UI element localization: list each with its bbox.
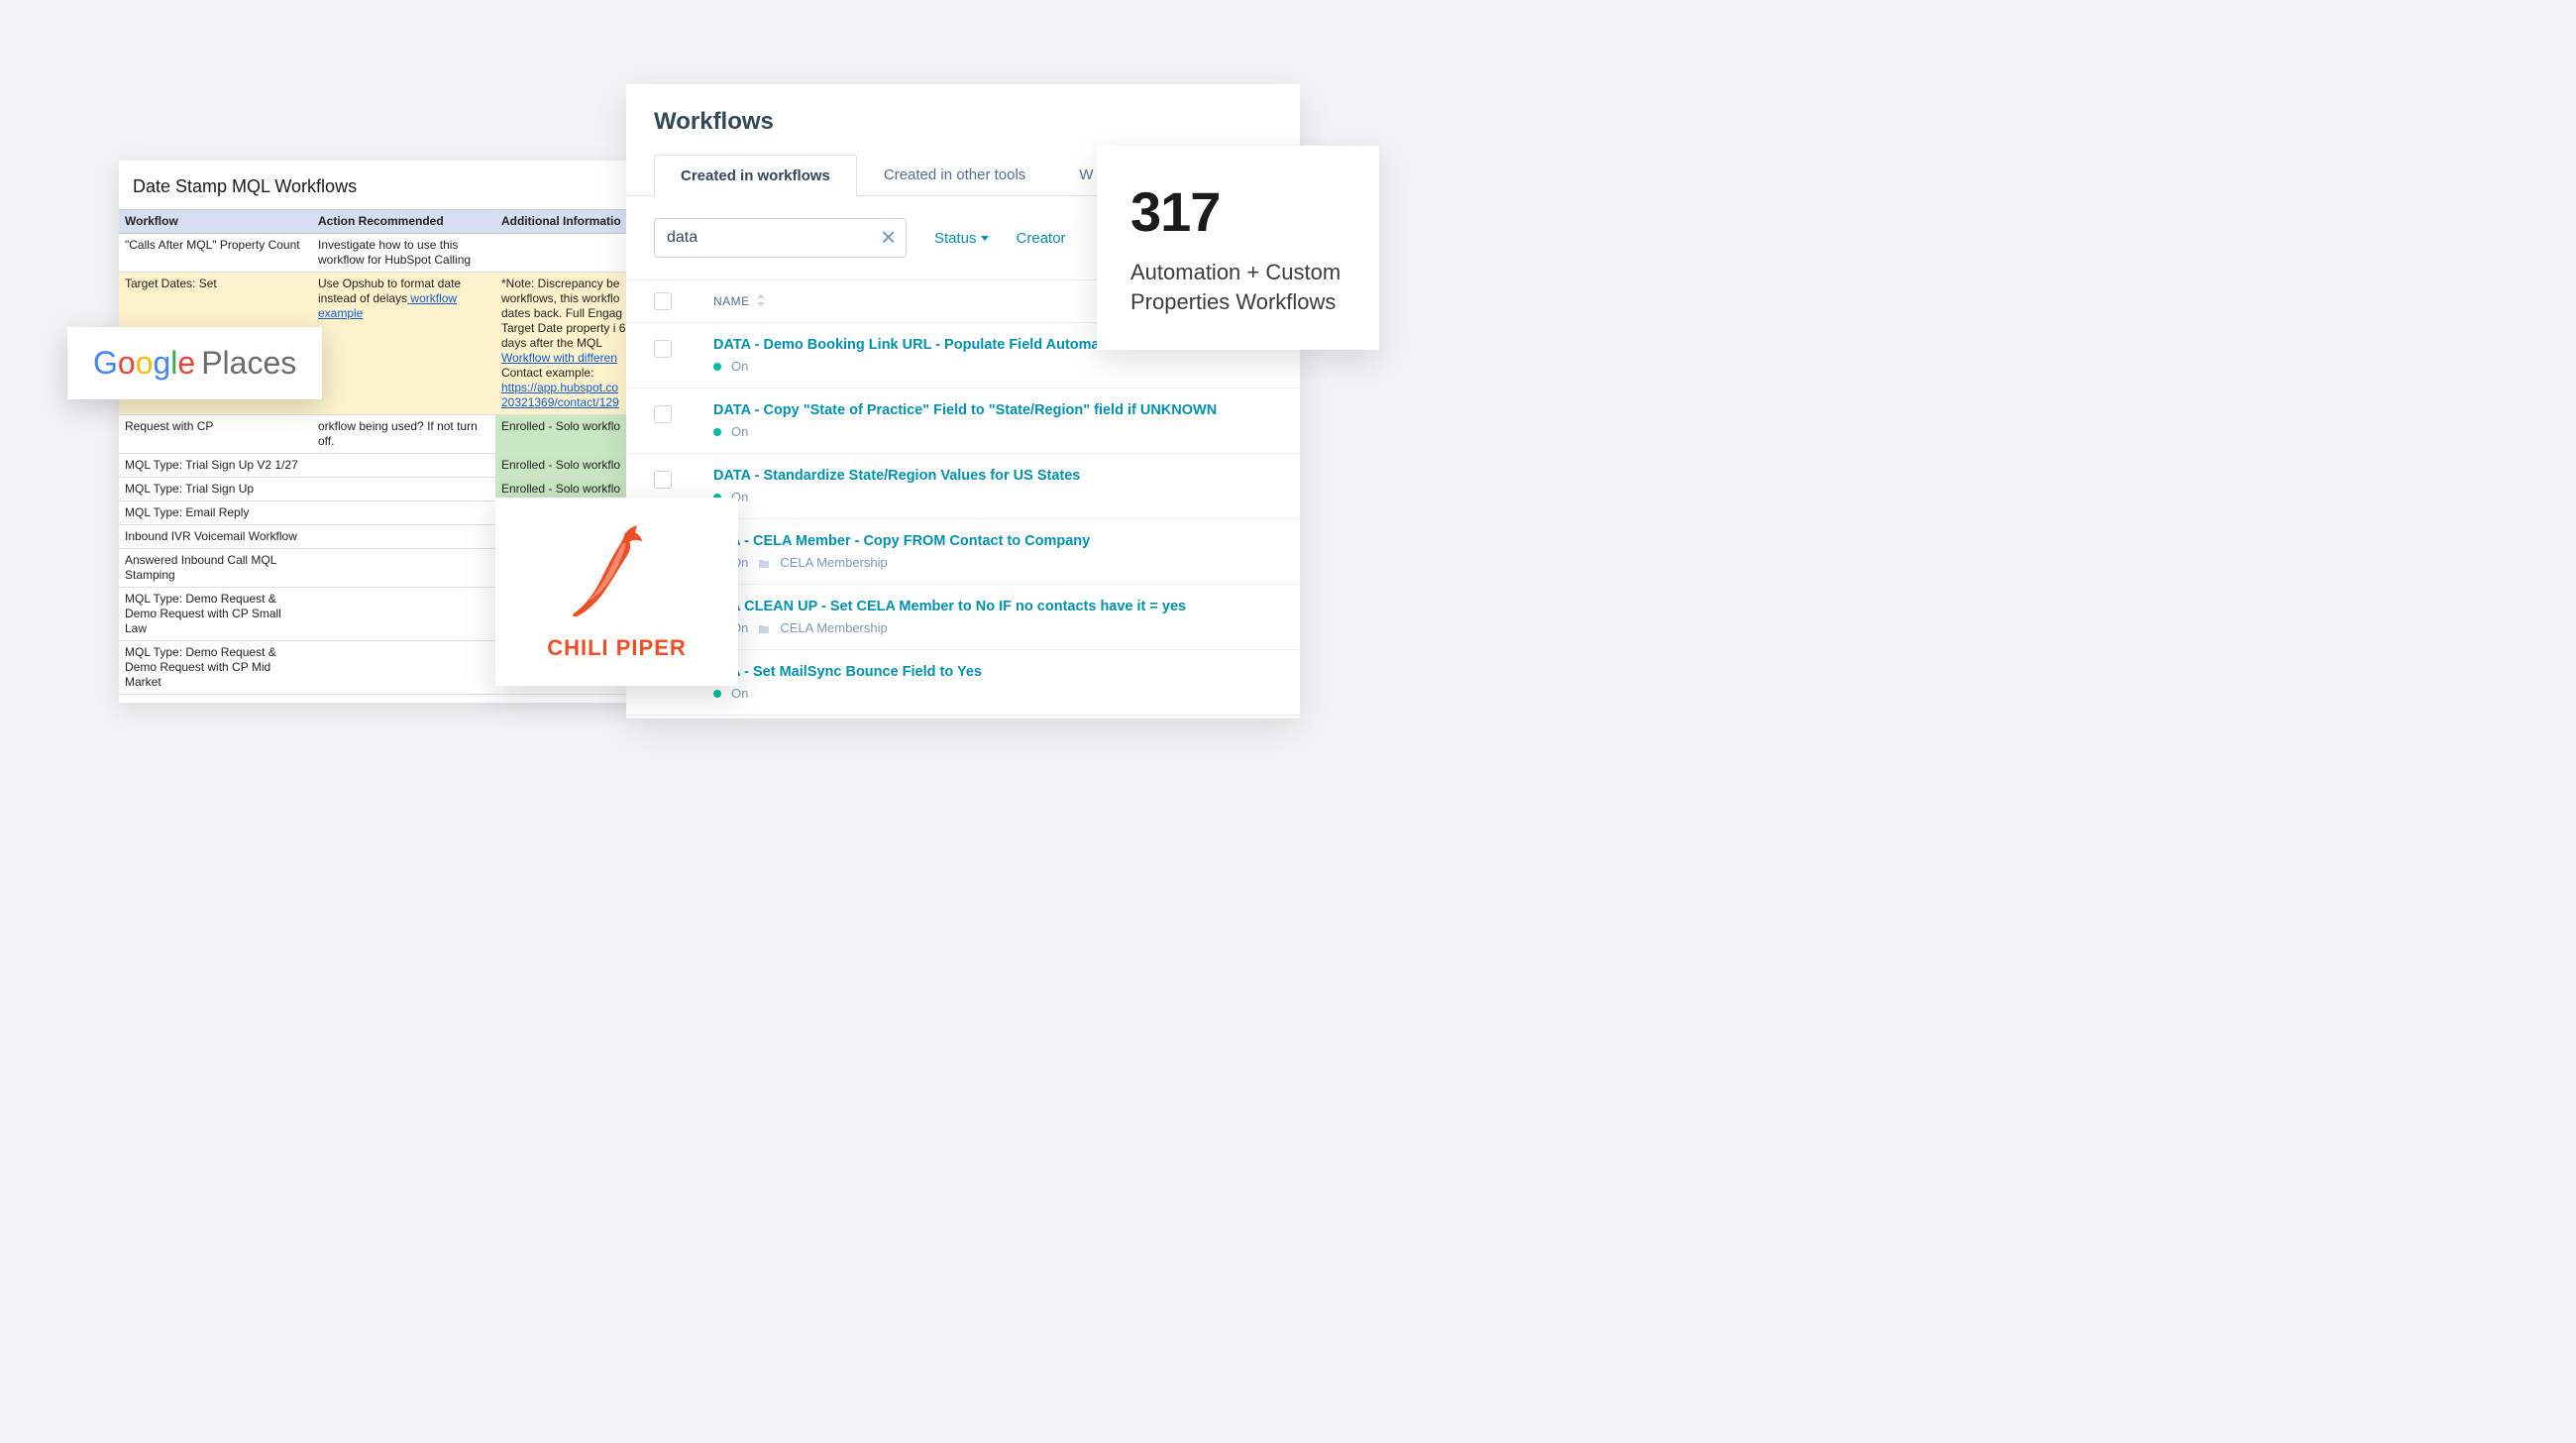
cell-action	[312, 641, 495, 694]
chili-piper-label: CHILI PIPER	[547, 635, 687, 661]
status-dot-icon	[713, 428, 721, 436]
name-header-label: NAME	[713, 294, 750, 308]
stat-card: 317 Automation + Custom Properties Workf…	[1097, 146, 1379, 350]
status-label: On	[731, 686, 748, 701]
workflow-title-link[interactable]: DATA - Demo Booking Link URL - Populate …	[713, 337, 1100, 353]
table-row[interactable]: Request with CPorkflow being used? If no…	[119, 415, 634, 454]
cell-workflow: MQL Type: Demo Request & Demo Request wi…	[119, 588, 312, 640]
workflow-title-link[interactable]: ATA - CELA Member - Copy FROM Contact to…	[713, 533, 1090, 549]
spreadsheet-title: Date Stamp MQL Workflows	[119, 176, 634, 209]
cell-action	[312, 501, 495, 524]
row-content: DATA - Copy "State of Practice" Field to…	[713, 402, 1217, 439]
cell-action	[312, 549, 495, 587]
chevron-down-icon	[981, 236, 989, 241]
cell-additional: *Note: Discrepancy be workflows, this wo…	[495, 273, 634, 414]
cell-action: Use Opshub to format date instead of del…	[312, 273, 495, 414]
col-header-action: Action Recommended	[312, 210, 495, 233]
link[interactable]: https://app.hubspot.co 20321369/contact/…	[501, 381, 628, 410]
cell-workflow: MQL Type: Email Reply	[119, 501, 312, 524]
cell-workflow: Inbound IVR Voicemail Workflow	[119, 525, 312, 548]
cell-action: Investigate how to use this workflow for…	[312, 234, 495, 272]
row-meta: OnCELA Membership	[713, 555, 1090, 570]
row-checkbox[interactable]	[654, 471, 672, 489]
google-letter: g	[153, 345, 170, 382]
creator-filter-label: Creator	[1017, 230, 1066, 247]
status-label: On	[731, 424, 748, 439]
status-dot-icon	[713, 690, 721, 698]
spreadsheet-header-row: Workflow Action Recommended Additional I…	[119, 209, 634, 234]
clear-search-icon[interactable]: ✕	[880, 226, 897, 251]
row-content: ATA CLEAN UP - Set CELA Member to No IF …	[713, 599, 1186, 635]
link[interactable]: Workflow with differen	[501, 351, 628, 366]
workflow-row[interactable]: DATA SYNC - Plan Interval, Plan Type, Re…	[626, 716, 1300, 719]
google-places-badge: G o o g l e Places	[67, 327, 322, 399]
google-places-text: Places	[201, 345, 296, 382]
google-letter: e	[177, 345, 195, 382]
google-letter: o	[118, 345, 136, 382]
stat-label: Automation + Custom Properties Workflows	[1130, 258, 1345, 316]
google-letter: o	[136, 345, 154, 382]
folder-icon	[758, 555, 770, 570]
folder-label[interactable]: CELA Membership	[780, 620, 887, 635]
status-label: On	[731, 359, 748, 374]
status-filter-label: Status	[934, 230, 977, 247]
creator-filter[interactable]: Creator	[1017, 230, 1066, 247]
row-meta: OnCELA Membership	[713, 620, 1186, 635]
row-content: DATA - Demo Booking Link URL - Populate …	[713, 337, 1100, 374]
cell-action	[312, 454, 495, 477]
row-meta: On	[713, 686, 982, 701]
cell-additional: Enrolled - Solo workflo	[495, 454, 634, 477]
cell-action	[312, 588, 495, 640]
folder-label[interactable]: CELA Membership	[780, 555, 887, 570]
cell-workflow: Answered Inbound Call MQL Stamping	[119, 549, 312, 587]
workflow-title-link[interactable]: ATA CLEAN UP - Set CELA Member to No IF …	[713, 599, 1186, 614]
workflow-row[interactable]: DATA - Copy "State of Practice" Field to…	[626, 388, 1300, 454]
workflow-title-link[interactable]: DATA - Standardize State/Region Values f…	[713, 468, 1080, 484]
search-input[interactable]	[654, 218, 907, 258]
link[interactable]: workflow example	[318, 291, 457, 320]
cell-workflow: "Calls After MQL" Property Count	[119, 234, 312, 272]
row-meta: On	[713, 490, 1080, 504]
tab-created-in-other-tools[interactable]: Created in other tools	[857, 154, 1052, 195]
row-checkbox[interactable]	[654, 340, 672, 358]
google-letter: G	[93, 345, 118, 382]
google-letter: l	[170, 345, 177, 382]
row-content: ATA - CELA Member - Copy FROM Contact to…	[713, 533, 1090, 570]
cell-workflow: MQL Type: Trial Sign Up V2 1/27	[119, 454, 312, 477]
cell-workflow: Request with CP	[119, 415, 312, 453]
search-container: ✕	[654, 218, 907, 258]
cell-action	[312, 478, 495, 500]
tab-created-in-workflows[interactable]: Created in workflows	[654, 155, 857, 196]
cell-workflow: MQL Type: Trial Sign Up	[119, 478, 312, 500]
cell-workflow: MQL Type: Demo Request & Demo Request wi…	[119, 641, 312, 694]
workflow-title-link[interactable]: DATA - Copy "State of Practice" Field to…	[713, 402, 1217, 418]
select-all-checkbox[interactable]	[654, 292, 672, 310]
col-header-workflow: Workflow	[119, 210, 312, 233]
chili-piper-badge: CHILI PIPER	[495, 498, 738, 686]
table-row[interactable]: "Calls After MQL" Property CountInvestig…	[119, 234, 634, 273]
row-meta: On	[713, 424, 1217, 439]
status-filter[interactable]: Status	[934, 230, 989, 247]
cell-additional: Enrolled - Solo workflo	[495, 415, 634, 453]
chili-pepper-icon	[573, 523, 662, 627]
col-header-additional: Additional Informatio	[495, 210, 634, 233]
row-meta: On	[713, 359, 1100, 374]
workflow-title-link[interactable]: ATA - Set MailSync Bounce Field to Yes	[713, 664, 982, 680]
cell-action	[312, 525, 495, 548]
status-dot-icon	[713, 363, 721, 371]
column-header-name[interactable]: NAME	[713, 294, 766, 309]
stat-number: 317	[1130, 179, 1345, 244]
row-content: ATA - Set MailSync Bounce Field to Yes On	[713, 664, 982, 701]
cell-additional	[495, 234, 634, 272]
sort-icon	[756, 294, 766, 309]
table-row[interactable]: MQL Type: Trial Sign Up V2 1/27 Enrolled …	[119, 454, 634, 478]
row-content: DATA - Standardize State/Region Values f…	[713, 468, 1080, 504]
row-checkbox[interactable]	[654, 405, 672, 423]
folder-icon	[758, 620, 770, 635]
cell-action: orkflow being used? If not turn off.	[312, 415, 495, 453]
